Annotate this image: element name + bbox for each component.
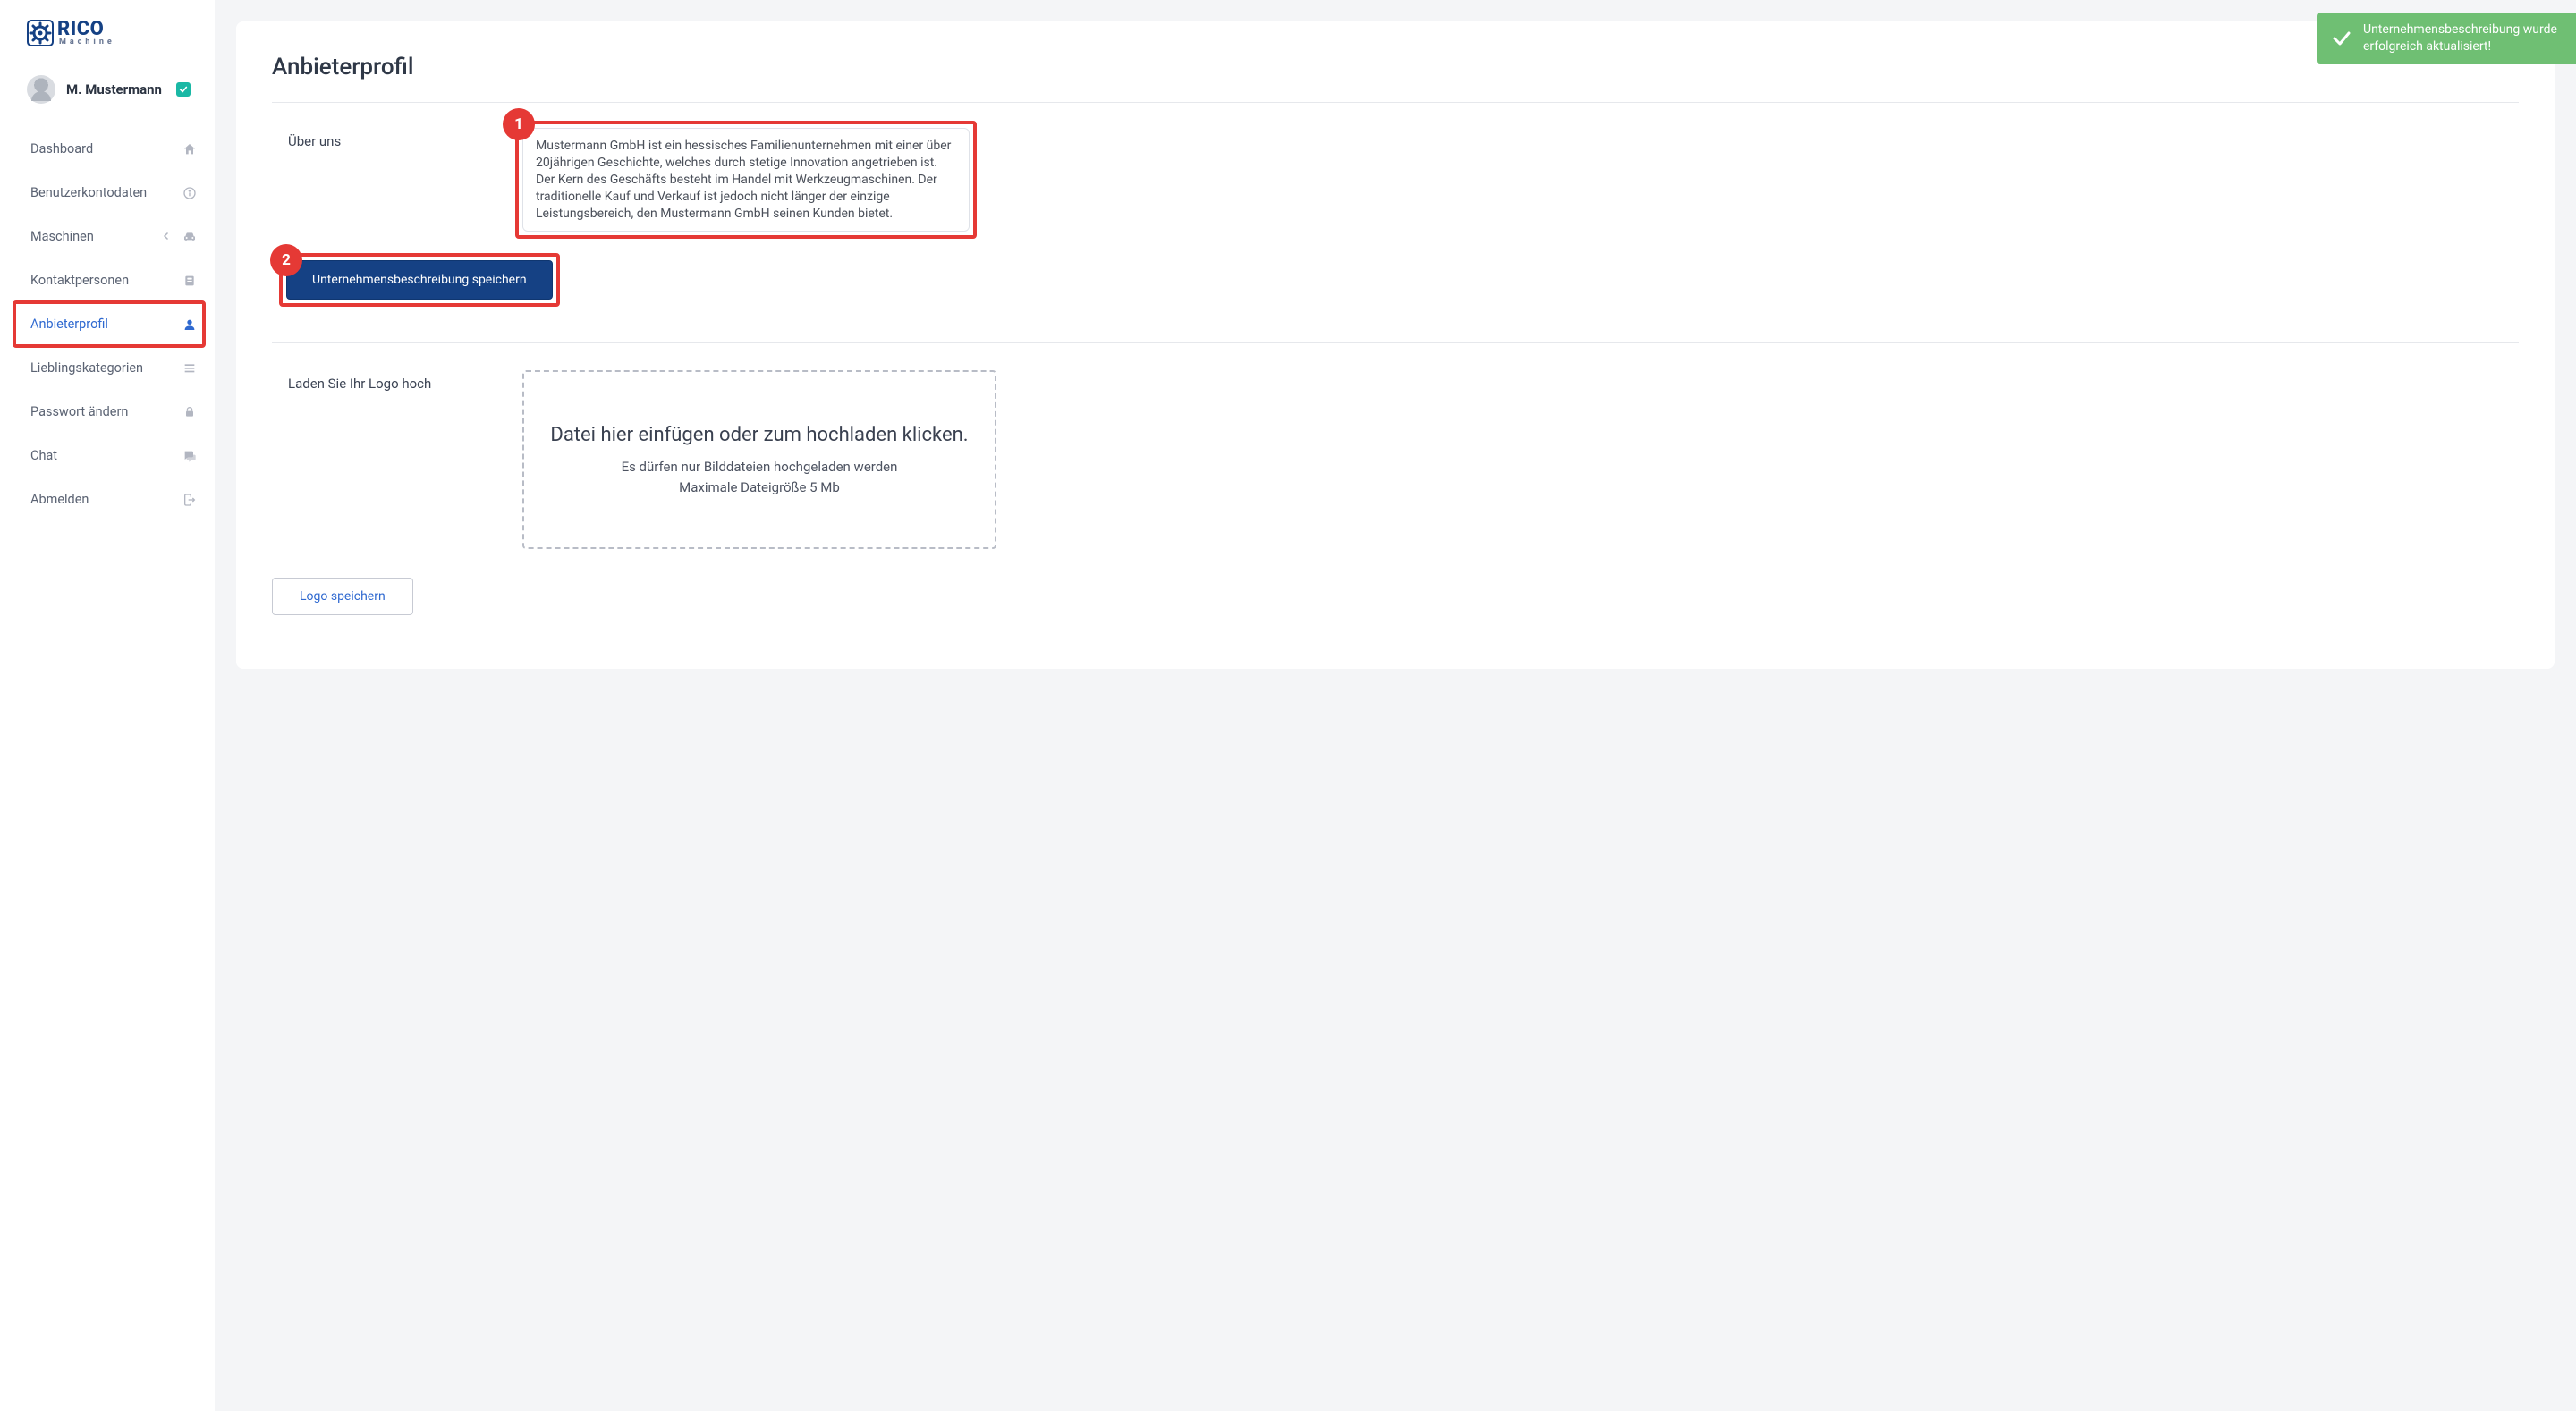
save-logo-button[interactable]: Logo speichern — [272, 578, 413, 615]
contacts-icon — [182, 274, 197, 288]
lock-icon — [182, 405, 197, 419]
profile-block[interactable]: M. Mustermann — [0, 55, 215, 113]
upload-label: Laden Sie Ihr Logo hoch — [272, 370, 504, 392]
divider — [272, 342, 2519, 343]
brand-sub: Machine — [59, 38, 115, 46]
sidebar-item-contacts[interactable]: Kontaktpersonen — [0, 258, 215, 302]
company-description-input[interactable]: Mustermann GmbH ist ein hessisches Famil… — [522, 128, 970, 232]
info-icon — [182, 186, 197, 200]
sidebar-nav: Dashboard Benutzerkontodaten Maschinen K… — [0, 127, 215, 521]
toast-text: Unternehmensbeschreibung wurde erfolgrei… — [2363, 21, 2558, 55]
sidebar-item-machines[interactable]: Maschinen — [0, 215, 215, 258]
dropzone-title: Datei hier einfügen oder zum hochladen k… — [550, 423, 968, 449]
sidebar: RICO Machine M. Mustermann Dashboard Ben… — [0, 0, 215, 1411]
sidebar-item-chat[interactable]: Chat — [0, 434, 215, 477]
save-description-button[interactable]: Unternehmensbeschreibung speichern — [286, 260, 553, 300]
home-icon — [182, 142, 197, 156]
annotation-badge-1: 1 — [503, 108, 535, 140]
logout-icon — [182, 493, 197, 507]
sidebar-item-change-password[interactable]: Passwort ändern — [0, 390, 215, 434]
sidebar-item-dashboard[interactable]: Dashboard — [0, 127, 215, 171]
brand-logo[interactable]: RICO Machine — [0, 0, 215, 55]
profile-name: M. Mustermann — [66, 81, 162, 97]
provider-profile-card: Anbieterprofil Über uns 1 Mustermann Gmb… — [236, 21, 2555, 669]
person-icon — [182, 317, 197, 332]
chat-icon — [182, 449, 197, 463]
verified-badge-icon — [176, 82, 191, 97]
gear-bracket-icon — [27, 20, 54, 46]
main-content: Anbieterprofil Über uns 1 Mustermann Gmb… — [215, 0, 2576, 1411]
check-icon — [2331, 28, 2352, 49]
success-toast: Unternehmensbeschreibung wurde erfolgrei… — [2317, 13, 2576, 64]
list-icon — [182, 361, 197, 376]
dropzone-sub2: Maximale Dateigröße 5 Mb — [679, 477, 840, 498]
sidebar-item-provider-profile[interactable]: Anbieterprofil — [0, 302, 215, 346]
dropzone-sub1: Es dürfen nur Bilddateien hochgeladen we… — [622, 457, 898, 477]
about-label: Über uns — [272, 128, 504, 149]
logo-dropzone[interactable]: Datei hier einfügen oder zum hochladen k… — [522, 370, 996, 549]
chevron-left-icon — [161, 230, 175, 244]
page-title: Anbieterprofil — [272, 54, 2519, 80]
sidebar-item-logout[interactable]: Abmelden — [0, 477, 215, 521]
divider — [272, 102, 2519, 103]
car-icon — [182, 230, 197, 244]
brand-name: RICO — [57, 21, 115, 38]
sidebar-item-account[interactable]: Benutzerkontodaten — [0, 171, 215, 215]
sidebar-item-fav-categories[interactable]: Lieblingskategorien — [0, 346, 215, 390]
avatar — [27, 75, 55, 104]
